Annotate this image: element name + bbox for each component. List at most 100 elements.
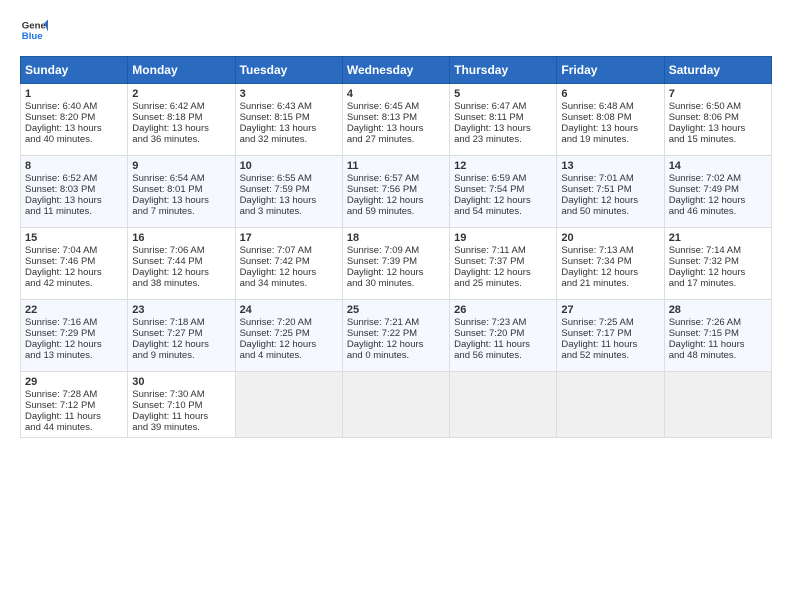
day-number: 17 (240, 232, 338, 244)
day-number: 5 (454, 88, 552, 100)
day-info-line: Daylight: 12 hours (240, 339, 338, 350)
day-info-line: and 0 minutes. (347, 350, 445, 361)
calendar-cell: 1Sunrise: 6:40 AMSunset: 8:20 PMDaylight… (21, 84, 128, 156)
day-info-line: Daylight: 12 hours (132, 267, 230, 278)
weekday-header-saturday: Saturday (664, 57, 771, 84)
calendar-cell: 22Sunrise: 7:16 AMSunset: 7:29 PMDayligh… (21, 300, 128, 372)
day-info-line: Sunrise: 6:50 AM (669, 101, 767, 112)
day-info-line: and 34 minutes. (240, 278, 338, 289)
day-info-line: Sunset: 7:42 PM (240, 256, 338, 267)
day-info-line: Sunrise: 6:42 AM (132, 101, 230, 112)
day-info-line: and 7 minutes. (132, 206, 230, 217)
day-info-line: Sunrise: 7:30 AM (132, 389, 230, 400)
calendar-cell: 3Sunrise: 6:43 AMSunset: 8:15 PMDaylight… (235, 84, 342, 156)
calendar-cell: 28Sunrise: 7:26 AMSunset: 7:15 PMDayligh… (664, 300, 771, 372)
calendar-cell: 8Sunrise: 6:52 AMSunset: 8:03 PMDaylight… (21, 156, 128, 228)
day-info-line: Daylight: 12 hours (25, 339, 123, 350)
calendar-week-row: 8Sunrise: 6:52 AMSunset: 8:03 PMDaylight… (21, 156, 772, 228)
weekday-header-sunday: Sunday (21, 57, 128, 84)
day-info-line: and 23 minutes. (454, 134, 552, 145)
day-info-line: Sunrise: 7:26 AM (669, 317, 767, 328)
day-info-line: Daylight: 13 hours (240, 123, 338, 134)
day-info-line: and 32 minutes. (240, 134, 338, 145)
day-info-line: Daylight: 12 hours (240, 267, 338, 278)
day-info-line: Sunrise: 7:28 AM (25, 389, 123, 400)
day-number: 7 (669, 88, 767, 100)
day-info-line: Sunset: 7:20 PM (454, 328, 552, 339)
header: General Blue (20, 16, 772, 44)
day-number: 18 (347, 232, 445, 244)
day-info-line: Sunrise: 7:20 AM (240, 317, 338, 328)
day-info-line: Sunset: 7:27 PM (132, 328, 230, 339)
day-info-line: Sunrise: 7:21 AM (347, 317, 445, 328)
day-number: 28 (669, 304, 767, 316)
svg-text:Blue: Blue (22, 31, 43, 42)
day-info-line: and 4 minutes. (240, 350, 338, 361)
day-info-line: Sunset: 8:15 PM (240, 112, 338, 123)
day-number: 21 (669, 232, 767, 244)
day-number: 19 (454, 232, 552, 244)
day-info-line: and 9 minutes. (132, 350, 230, 361)
day-info-line: Daylight: 13 hours (25, 195, 123, 206)
day-info-line: Sunset: 7:59 PM (240, 184, 338, 195)
day-info-line: and 54 minutes. (454, 206, 552, 217)
calendar-cell (664, 372, 771, 438)
day-info-line: Sunrise: 6:40 AM (25, 101, 123, 112)
day-info-line: Daylight: 13 hours (132, 123, 230, 134)
day-info-line: Sunrise: 7:04 AM (25, 245, 123, 256)
day-info-line: Sunrise: 6:59 AM (454, 173, 552, 184)
day-info-line: Daylight: 13 hours (454, 123, 552, 134)
day-number: 23 (132, 304, 230, 316)
day-info-line: Sunset: 8:08 PM (561, 112, 659, 123)
day-info-line: and 15 minutes. (669, 134, 767, 145)
calendar-cell: 4Sunrise: 6:45 AMSunset: 8:13 PMDaylight… (342, 84, 449, 156)
day-info-line: Daylight: 11 hours (669, 339, 767, 350)
day-number: 11 (347, 160, 445, 172)
day-info-line: Daylight: 12 hours (561, 267, 659, 278)
day-info-line: Sunset: 7:56 PM (347, 184, 445, 195)
day-number: 10 (240, 160, 338, 172)
day-info-line: and 25 minutes. (454, 278, 552, 289)
day-number: 22 (25, 304, 123, 316)
day-info-line: Daylight: 12 hours (561, 195, 659, 206)
calendar-cell: 11Sunrise: 6:57 AMSunset: 7:56 PMDayligh… (342, 156, 449, 228)
day-info-line: Sunrise: 6:55 AM (240, 173, 338, 184)
calendar-cell: 15Sunrise: 7:04 AMSunset: 7:46 PMDayligh… (21, 228, 128, 300)
day-number: 24 (240, 304, 338, 316)
day-info-line: and 13 minutes. (25, 350, 123, 361)
day-info-line: and 19 minutes. (561, 134, 659, 145)
calendar-cell: 13Sunrise: 7:01 AMSunset: 7:51 PMDayligh… (557, 156, 664, 228)
day-info-line: and 36 minutes. (132, 134, 230, 145)
calendar-cell: 2Sunrise: 6:42 AMSunset: 8:18 PMDaylight… (128, 84, 235, 156)
day-info-line: and 44 minutes. (25, 422, 123, 433)
calendar-cell: 24Sunrise: 7:20 AMSunset: 7:25 PMDayligh… (235, 300, 342, 372)
day-info-line: Sunset: 7:34 PM (561, 256, 659, 267)
day-number: 30 (132, 376, 230, 388)
day-info-line: Daylight: 13 hours (669, 123, 767, 134)
day-number: 9 (132, 160, 230, 172)
day-info-line: Daylight: 11 hours (25, 411, 123, 422)
day-info-line: and 50 minutes. (561, 206, 659, 217)
day-info-line: Sunset: 8:13 PM (347, 112, 445, 123)
day-info-line: Sunrise: 7:13 AM (561, 245, 659, 256)
day-info-line: Sunset: 7:46 PM (25, 256, 123, 267)
day-info-line: Sunrise: 7:09 AM (347, 245, 445, 256)
day-number: 13 (561, 160, 659, 172)
day-info-line: Sunset: 7:39 PM (347, 256, 445, 267)
day-info-line: Sunset: 8:20 PM (25, 112, 123, 123)
calendar-cell: 10Sunrise: 6:55 AMSunset: 7:59 PMDayligh… (235, 156, 342, 228)
calendar-cell: 5Sunrise: 6:47 AMSunset: 8:11 PMDaylight… (450, 84, 557, 156)
day-info-line: Sunrise: 6:48 AM (561, 101, 659, 112)
day-info-line: Sunrise: 6:45 AM (347, 101, 445, 112)
day-info-line: Sunset: 7:25 PM (240, 328, 338, 339)
day-info-line: Sunrise: 6:57 AM (347, 173, 445, 184)
day-info-line: Sunset: 8:06 PM (669, 112, 767, 123)
calendar-table: SundayMondayTuesdayWednesdayThursdayFrid… (20, 56, 772, 438)
day-info-line: Sunrise: 7:16 AM (25, 317, 123, 328)
day-info-line: and 46 minutes. (669, 206, 767, 217)
day-info-line: Sunrise: 7:18 AM (132, 317, 230, 328)
svg-text:General: General (22, 20, 48, 31)
day-info-line: and 59 minutes. (347, 206, 445, 217)
calendar-week-row: 15Sunrise: 7:04 AMSunset: 7:46 PMDayligh… (21, 228, 772, 300)
day-info-line: Sunset: 8:01 PM (132, 184, 230, 195)
